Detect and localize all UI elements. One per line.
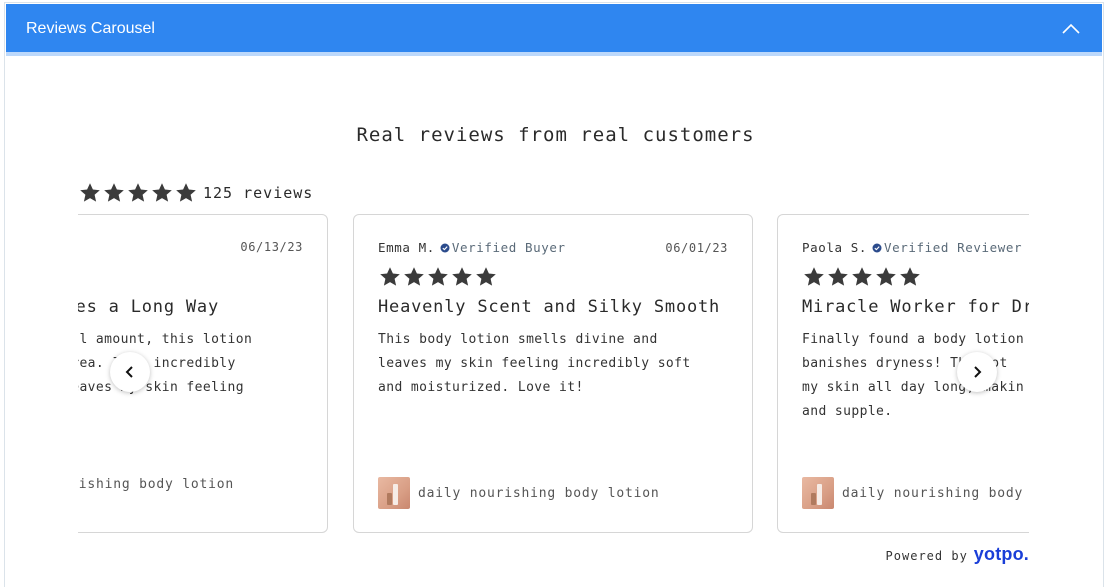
verified-check-icon bbox=[440, 243, 450, 252]
star-icon bbox=[828, 267, 848, 286]
review-body-line: and moisturized. Love it! bbox=[378, 380, 584, 395]
accordion-header[interactable]: Reviews Carousel bbox=[6, 4, 1102, 56]
review-card: Emma M. Verified Buyer 06/01/23 Heavenly… bbox=[353, 214, 753, 533]
review-body: all amount, this lotion area. It's incre… bbox=[78, 328, 263, 424]
product-thumbnail[interactable] bbox=[378, 477, 410, 509]
verified-badge: Verified Reviewer bbox=[884, 240, 1023, 255]
star-icon bbox=[428, 267, 448, 286]
reviewer-name: Emma M. bbox=[378, 240, 435, 255]
star-icon bbox=[80, 183, 100, 202]
chevron-right-icon bbox=[974, 366, 982, 378]
product-name[interactable]: daily nourishing body bbox=[842, 486, 1023, 501]
reviews-headline: Real reviews from real customers bbox=[356, 124, 755, 146]
review-body-line: area. It's incredibly bbox=[78, 356, 236, 371]
review-product[interactable]: daily nourishing body bbox=[802, 477, 1023, 509]
review-body-line: This body lotion smells divine and bbox=[378, 332, 658, 347]
powered-by[interactable]: Powered by yotpo. bbox=[886, 544, 1029, 565]
review-body-line: Finally found a body lotion bbox=[802, 332, 1025, 347]
summary-stars bbox=[78, 181, 198, 205]
review-body-line: all amount, this lotion bbox=[78, 332, 253, 347]
product-name[interactable]: daily nourishing body lotion bbox=[418, 486, 660, 501]
review-stars bbox=[802, 265, 922, 289]
review-meta: 06/13/23 bbox=[78, 240, 303, 254]
star-icon bbox=[804, 267, 824, 286]
review-date: 06/01/23 bbox=[665, 240, 728, 255]
star-icon bbox=[900, 267, 920, 286]
star-icon bbox=[404, 267, 424, 286]
verified-check-icon bbox=[872, 243, 882, 252]
rating-summary[interactable]: 125 reviews bbox=[78, 182, 313, 204]
powered-by-label: Powered by bbox=[885, 549, 968, 563]
carousel-prev-button[interactable] bbox=[110, 352, 150, 392]
chevron-up-icon[interactable] bbox=[1060, 18, 1082, 40]
review-title: es a Long Way bbox=[78, 297, 219, 317]
star-icon bbox=[104, 183, 124, 202]
reviews-carousel: 06/13/23 es a Long Way all amount, this … bbox=[78, 214, 1029, 534]
review-meta: Paola S. Verified Reviewer bbox=[802, 240, 1029, 255]
review-body-line: . bbox=[78, 400, 263, 424]
review-title: Heavenly Scent and Silky Smooth bbox=[378, 297, 721, 317]
review-body-line: leaves my skin feeling bbox=[78, 380, 244, 395]
product-name[interactable]: ishing body lotion bbox=[79, 477, 234, 492]
star-icon bbox=[852, 267, 872, 286]
star-icon bbox=[152, 183, 172, 202]
star-icon bbox=[452, 267, 472, 286]
review-body-line: leaves my skin feeling incredibly soft bbox=[378, 356, 691, 371]
chevron-left-icon bbox=[125, 366, 133, 378]
review-body: This body lotion smells divine and leave… bbox=[378, 328, 728, 400]
star-icon bbox=[876, 267, 896, 286]
accordion-title: Reviews Carousel bbox=[26, 20, 155, 37]
yotpo-logo[interactable]: yotpo. bbox=[974, 544, 1029, 565]
review-count[interactable]: 125 reviews bbox=[203, 184, 313, 202]
review-meta: Emma M. Verified Buyer 06/01/23 bbox=[378, 240, 728, 255]
review-title: Miracle Worker for Dr bbox=[802, 297, 1029, 317]
reviewer-name: Paola S. bbox=[802, 240, 868, 255]
carousel-next-button[interactable] bbox=[957, 352, 997, 392]
star-icon bbox=[176, 183, 196, 202]
review-product[interactable]: ishing body lotion bbox=[78, 477, 234, 492]
star-icon bbox=[380, 267, 400, 286]
star-icon bbox=[128, 183, 148, 202]
verified-badge: Verified Buyer bbox=[451, 240, 566, 255]
review-date: 06/13/23 bbox=[240, 240, 303, 254]
review-body-line: and supple. bbox=[802, 404, 893, 419]
review-stars bbox=[378, 265, 498, 289]
review-product[interactable]: daily nourishing body lotion bbox=[378, 477, 660, 509]
star-icon bbox=[476, 267, 496, 286]
product-thumbnail[interactable] bbox=[802, 477, 834, 509]
